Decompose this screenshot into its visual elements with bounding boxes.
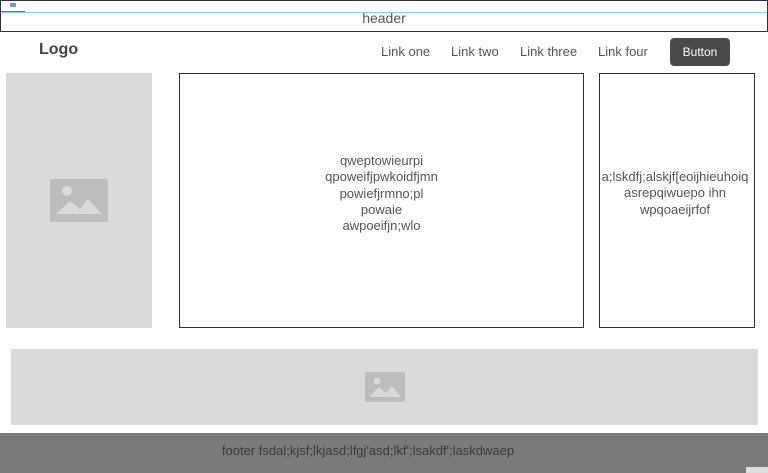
image-icon — [365, 372, 405, 402]
side-content-box: a;lskdfj;alskjf[eoijhieuhoiq asrepqiwuep… — [599, 73, 755, 328]
header-label: header — [362, 10, 406, 26]
main-content-box: qweptowieurpi qpoweifjpwkoidfjmn powiefj… — [179, 73, 584, 328]
main-content-text: qweptowieurpi qpoweifjpwkoidfjmn powiefj… — [325, 153, 438, 234]
nav-link-two[interactable]: Link two — [451, 44, 499, 59]
header-section: header — [0, 0, 768, 32]
image-icon — [50, 179, 108, 222]
footer: footer fsdal;kjsf;lkjasd;lfgj'asd;lkf';l… — [0, 433, 768, 473]
banner-image-placeholder — [11, 349, 758, 425]
logo[interactable]: Logo — [39, 41, 78, 59]
nav-link-one[interactable]: Link one — [381, 44, 430, 59]
sidebar-image-placeholder — [6, 73, 152, 328]
resize-handle-icon[interactable] — [746, 467, 768, 473]
side-content-text: a;lskdfj;alskjf[eoijhieuhoiq asrepqiwuep… — [601, 169, 749, 217]
nav-link-four[interactable]: Link four — [598, 44, 648, 59]
grip-dots-icon — [10, 3, 16, 7]
nav-link-three[interactable]: Link three — [520, 44, 577, 59]
primary-button[interactable]: Button — [670, 38, 730, 66]
footer-text: footer fsdal;kjsf;lkjasd;lfgj'asd;lkf';l… — [221, 443, 515, 458]
wireframe-page: header Logo Link one Link two Link three… — [0, 0, 768, 473]
